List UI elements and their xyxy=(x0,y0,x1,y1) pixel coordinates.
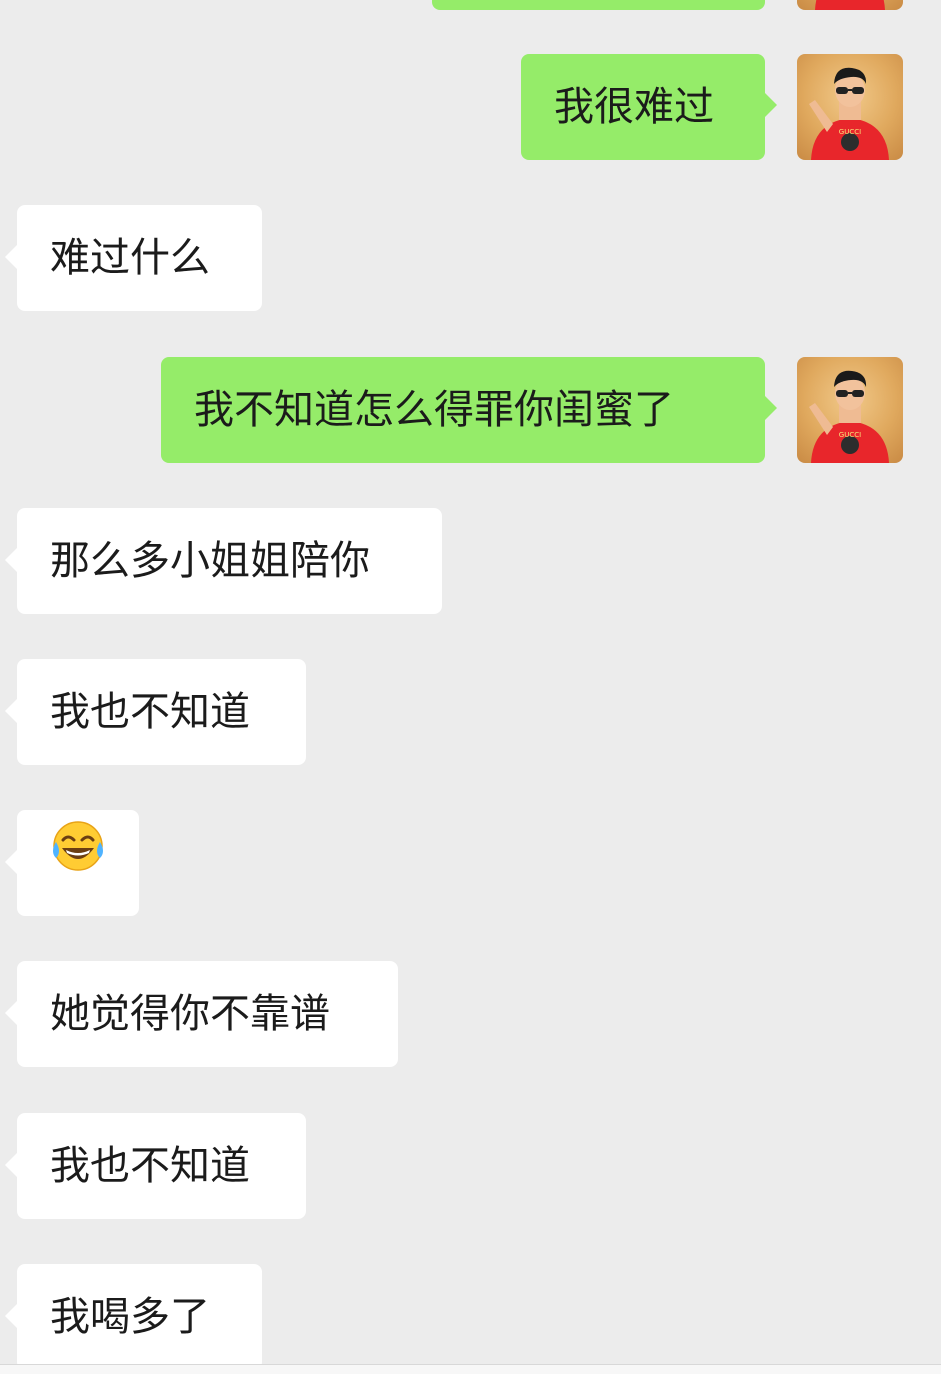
shirt-print: GUCCI xyxy=(839,128,861,136)
message-text: 难过什么 xyxy=(50,235,210,281)
message-bubble-incoming[interactable]: 难过什么 xyxy=(5,205,262,311)
message-text: 我也不知道 xyxy=(50,1143,250,1189)
message-bubble-outgoing[interactable]: 我不知道怎么得罪你闺蜜了 xyxy=(161,357,777,463)
avatar-icon: GUCCI xyxy=(809,67,889,160)
message-text: 我不知道怎么得罪你闺蜜了 xyxy=(194,387,674,433)
message-bubble-incoming[interactable]: 我也不知道 xyxy=(5,659,306,765)
message-bubble-incoming[interactable]: 我也不知道 xyxy=(5,1113,306,1219)
message-bubble-incoming[interactable]: 我喝多了 xyxy=(5,1264,262,1370)
avatar-icon: GUCCI xyxy=(809,370,889,463)
user-avatar[interactable]: GUCCI xyxy=(797,54,903,160)
message-text: 她觉得你不靠谱 xyxy=(50,991,330,1037)
user-avatar[interactable]: GUCCI xyxy=(797,357,903,463)
message-text: 我也不知道 xyxy=(50,689,250,735)
message-text: 我很难过 xyxy=(554,84,714,130)
message-bubble-outgoing-cropped[interactable] xyxy=(432,0,765,10)
message-bubble-incoming[interactable]: 那么多小姐姐陪你 xyxy=(5,508,442,614)
message-bubble-outgoing[interactable]: 我很难过 xyxy=(521,54,777,160)
message-text: 我喝多了 xyxy=(50,1294,210,1340)
message-bubble-incoming[interactable]: 她觉得你不靠谱 xyxy=(5,961,398,1067)
avatar-icon xyxy=(815,0,885,10)
message-bubble-incoming[interactable] xyxy=(5,808,139,916)
tears-of-joy-emoji xyxy=(50,808,106,914)
user-avatar[interactable] xyxy=(797,0,903,10)
message-text: 那么多小姐姐陪你 xyxy=(50,538,370,584)
shirt-print: GUCCI xyxy=(839,431,861,439)
